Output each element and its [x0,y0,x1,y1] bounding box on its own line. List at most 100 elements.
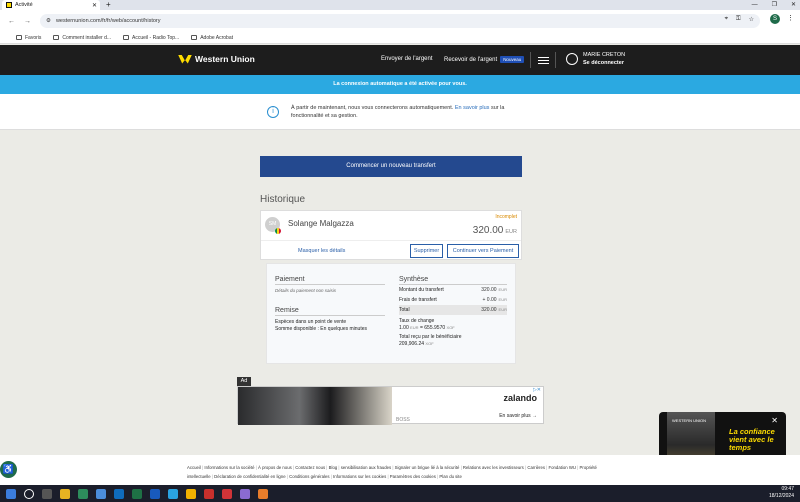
ad-photo [238,387,392,425]
footer-link[interactable]: Signaler un brigue lié à la sécurité [395,465,463,470]
accessibility-icon[interactable]: ♿ [0,461,17,478]
promo-wu-text: WESTERN UNION [672,418,706,423]
footer-link[interactable]: À propos de nous [258,465,295,470]
transfer-card: SM Solange Malgazza Incomplet 320.00 EUR … [260,210,522,260]
promo-headline: La confiance vient avec le temps [729,427,775,452]
site-header: Western Union Envoyer de l'argent Recevo… [0,45,800,75]
menu-icon[interactable] [530,52,556,68]
tab-close-icon[interactable]: ✕ [92,2,97,9]
footer-link[interactable]: Déclaration de confidentialité en ligne [214,474,289,479]
tab-title: Activité [15,2,33,8]
user-name: MARIE CRETON [583,52,626,58]
footer-link[interactable]: sensibilisation aux fraudes [341,465,395,470]
hide-details-link[interactable]: Masquer les détails [298,248,345,254]
forward-icon[interactable]: → [24,18,32,25]
transfer-amount: 320.00 EUR [472,225,517,236]
footer-link[interactable]: Informations sur les cookies [333,474,390,479]
window-close-icon[interactable]: ✕ [791,0,796,10]
os-taskbar: 09:47 18/12/2024 [0,485,800,502]
recipient-name: Solange Malgazza [288,219,354,228]
new-transfer-button[interactable]: Commencer un nouveau transfert [260,156,522,177]
photos-icon[interactable] [96,488,106,499]
browser-tabbar: Activité ✕ + — ❐ ✕ [0,0,800,10]
star-icon[interactable]: ☆ [749,16,754,23]
bookmark-acrobat[interactable]: Adobe Acrobat [191,35,233,41]
wu-favicon-icon [6,2,12,8]
continue-payment-button[interactable]: Continuer vers Paiement [447,244,519,258]
logout-link[interactable]: Se déconnecter [583,60,625,66]
profile-avatar[interactable]: S [770,14,780,24]
bookmark-install[interactable]: Comment installer d... [53,35,111,41]
app4-icon[interactable] [258,488,268,499]
ad-brand: zalando [503,393,537,403]
payment-column: Paiement Détails du paiement non saisis … [275,276,385,332]
bookmark-radio[interactable]: Accueil - Radio Top... [123,35,179,41]
footer-link[interactable]: Blog [329,465,341,470]
popup-close-icon[interactable]: ✕ [771,416,778,425]
payment-note: Détails du paiement non saisis [275,288,337,293]
location-icon[interactable]: ⌖ [725,16,728,23]
ad-close-icon[interactable]: ▷✕ [533,387,541,393]
page-icon [53,35,60,40]
chrome-icon[interactable] [186,488,196,499]
info-text: À partir de maintenant, nous vous connec… [291,105,505,119]
summary-total-row: Total 320.00 EUR [399,305,507,315]
learn-more-link[interactable]: En savoir plus [455,105,490,111]
app3-icon[interactable] [240,488,250,499]
app-icon[interactable] [78,488,88,499]
clock[interactable]: 09:47 18/12/2024 [769,486,794,500]
word-icon[interactable] [150,488,160,499]
auto-login-banner: La connexion automatique a été activée p… [0,75,800,94]
user-menu[interactable]: MARIE CRETON Se déconnecter [566,52,625,66]
browser-menu-icon[interactable]: ⋮ [787,14,794,22]
history-title: Historique [260,194,306,205]
folder-icon [16,35,22,40]
footer-link[interactable]: Paramètres des cookies [390,474,440,479]
app2-icon[interactable] [222,488,232,499]
summary-title: Synthèse [399,276,507,285]
user-icon [566,53,578,65]
footer-link[interactable]: Contactez nous [295,465,328,470]
browser-tab[interactable]: Activité ✕ [2,0,100,10]
delete-button[interactable]: Supprimer [410,244,443,258]
footer-link[interactable]: Carrières [527,465,548,470]
edge-icon[interactable] [168,488,178,499]
new-tab-icon[interactable]: + [106,0,111,10]
wu-logo[interactable]: Western Union [178,54,255,64]
flag-icon [275,228,281,234]
file-explorer-icon[interactable] [60,488,70,499]
outlook-icon[interactable] [114,488,124,499]
url-field[interactable]: ⚙ westernunion.com/fr/fr/web/account/his… [40,14,760,28]
footer-link[interactable]: Fondation WU [549,465,580,470]
ad-more-link[interactable]: En savoir plus → [499,413,537,419]
url-actions: ⌖ ⚿ ☆ [725,16,754,23]
footer-link[interactable]: Informations sur la société [204,465,258,470]
wu-logo-icon [178,54,192,64]
search-icon[interactable] [24,488,34,499]
footer-link[interactable]: Plan du site [439,474,461,479]
footer-link[interactable]: Relations avec les investisseurs [463,465,527,470]
footer-links: Accueil Informations sur la société À pr… [187,463,597,481]
address-bar-row: ← → ↻ ⚙ westernunion.com/fr/fr/web/accou… [0,10,800,32]
footer-link[interactable]: Accueil [187,465,204,470]
site-info-icon[interactable]: ⚙ [46,18,51,24]
ad-banner[interactable]: BOSS zalando En savoir plus → ▷✕ [237,386,544,425]
minimize-icon[interactable]: — [752,0,758,10]
acrobat-icon [191,35,198,40]
ad-boss-text: BOSS [396,417,410,423]
radio-icon [123,35,130,40]
restore-icon[interactable]: ❐ [772,0,777,10]
nav-send-money[interactable]: Envoyer de l'argent [381,56,433,62]
acrobat-taskbar-icon[interactable] [204,488,214,499]
bookmark-favoris[interactable]: Favoris [16,35,41,41]
nav-receive-money[interactable]: Recevoir de l'argent Nouveau [444,56,525,63]
key-icon[interactable]: ⚿ [736,16,741,23]
excel-icon[interactable] [132,488,142,499]
task-view-icon[interactable] [42,488,52,499]
info-strip: i À partir de maintenant, nous vous conn… [0,94,800,130]
windows-start-icon[interactable] [6,488,16,499]
new-badge: Nouveau [500,56,525,63]
status-badge: Incomplet [495,214,517,220]
back-icon[interactable]: ← [8,18,16,25]
footer-link[interactable]: Conditions générales [289,474,333,479]
